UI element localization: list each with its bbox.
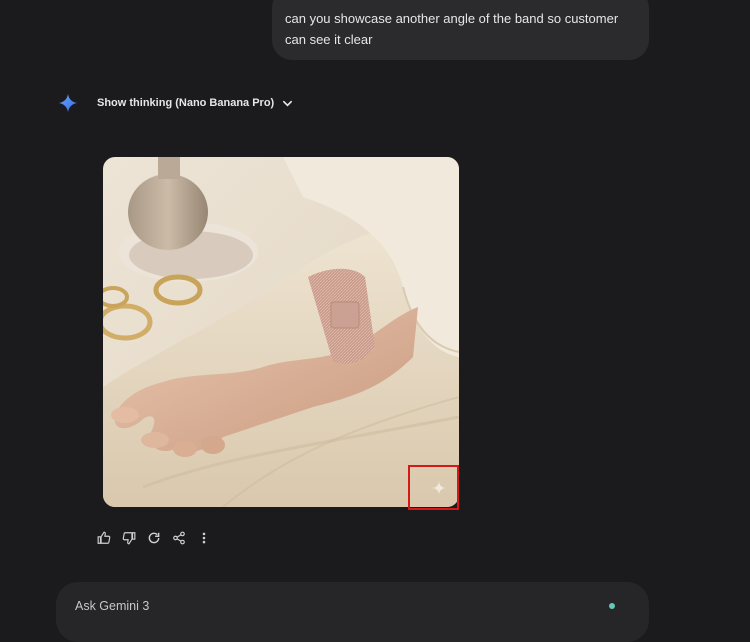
thumbs-down-icon	[122, 532, 136, 545]
thumbs-down-button[interactable]	[121, 530, 137, 546]
user-message-text: can you showcase another angle of the ba…	[285, 11, 619, 47]
thumbs-up-button[interactable]	[96, 530, 112, 546]
show-thinking-toggle[interactable]: Show thinking (Nano Banana Pro)	[97, 97, 293, 109]
thumbs-up-icon	[97, 531, 111, 544]
response-actions	[96, 530, 221, 546]
share-icon	[173, 531, 185, 545]
regenerate-button[interactable]	[146, 530, 162, 546]
generated-image[interactable]	[103, 157, 459, 507]
more-options-button[interactable]	[196, 530, 212, 546]
prompt-input-placeholder[interactable]: Ask Gemini 3	[75, 599, 149, 613]
show-thinking-label: Show thinking (Nano Banana Pro)	[97, 97, 275, 109]
status-dot	[609, 603, 615, 609]
refresh-icon	[148, 532, 160, 544]
ai-generated-sparkle-icon[interactable]	[431, 480, 447, 496]
chevron-down-icon	[283, 100, 293, 107]
gemini-spark-icon	[58, 93, 78, 113]
prompt-composer[interactable]: Ask Gemini 3	[56, 582, 649, 642]
more-vert-icon	[202, 532, 206, 544]
user-message-bubble: can you showcase another angle of the ba…	[272, 0, 649, 60]
share-button[interactable]	[171, 530, 187, 546]
generated-image-illustration	[103, 157, 459, 507]
model-response-header: Show thinking (Nano Banana Pro)	[58, 92, 293, 114]
